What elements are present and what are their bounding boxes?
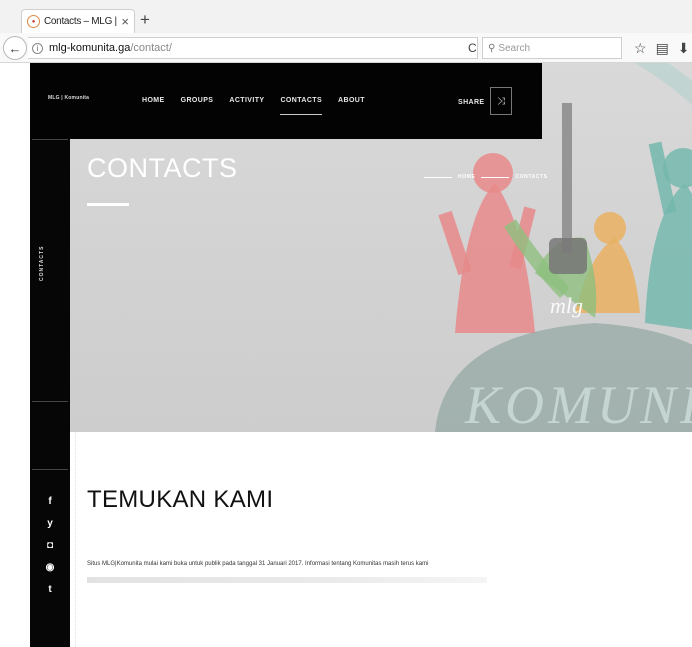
favicon-icon: ●: [27, 15, 40, 28]
sidebar-divider: [32, 139, 68, 140]
left-sidebar: CONTACTS f y ◘ ◉ t: [30, 139, 70, 647]
address-bar[interactable]: i mlg-komunita.ga/contact/: [28, 37, 478, 59]
share-button[interactable]: ⤨: [490, 87, 512, 115]
breadcrumb-dash: [481, 176, 510, 178]
nav-activity[interactable]: ACTIVITY: [229, 97, 264, 104]
url-host: mlg-komunita.ga: [49, 42, 131, 54]
breadcrumb-dash: [424, 176, 452, 178]
browser-tab-bar: ● Contacts – MLG | Komunita × +: [0, 0, 692, 33]
reload-button[interactable]: C: [468, 41, 477, 55]
twitter-icon[interactable]: y: [44, 518, 56, 529]
tab-title: Contacts – MLG | Komunita: [44, 16, 119, 27]
nav-contacts[interactable]: CONTACTS: [280, 97, 322, 115]
content-dotted-line: [75, 432, 76, 647]
sidebar-divider: [32, 401, 68, 402]
clipboard-icon[interactable]: ▤: [656, 40, 669, 57]
search-icon: ⚲: [488, 42, 496, 54]
section-paragraph: Situs MLG|Komunita mulai kami buka untuk…: [87, 561, 429, 567]
nav-home[interactable]: HOME: [142, 97, 165, 104]
browser-toolbar: ← i mlg-komunita.ga/contact/ C ⚲ Search …: [0, 33, 692, 63]
star-icon[interactable]: ☆: [634, 40, 647, 57]
back-arrow-icon: ←: [8, 40, 22, 56]
info-icon[interactable]: i: [32, 42, 43, 54]
tumblr-icon[interactable]: t: [44, 584, 56, 595]
sidebar-section-label: CONTACTS: [39, 245, 45, 281]
paragraph-faded-line: [87, 577, 487, 583]
site-navbar: MLG | Komunita HOME GROUPS ACTIVITY CONT…: [30, 63, 542, 139]
browser-tab[interactable]: ● Contacts – MLG | Komunita ×: [21, 9, 135, 33]
url-path: /contact/: [130, 42, 172, 54]
tab-close-button[interactable]: ×: [121, 14, 129, 29]
back-button[interactable]: ←: [3, 36, 27, 60]
section-heading: TEMUKAN KAMI: [87, 486, 274, 513]
main-menu: HOME GROUPS ACTIVITY CONTACTS ABOUT: [142, 97, 365, 115]
nav-groups[interactable]: GROUPS: [181, 97, 214, 104]
title-underline: [87, 203, 129, 206]
svg-text:mlg: mlg: [550, 293, 583, 318]
breadcrumb-home[interactable]: HOME: [458, 174, 475, 180]
new-tab-button[interactable]: +: [140, 10, 150, 30]
toolbar-icons: ☆ ▤ ⬇: [634, 40, 690, 57]
svg-text:KOMUNITA: KOMUNITA: [464, 375, 692, 432]
site-logo[interactable]: MLG | Komunita: [48, 95, 89, 101]
pinterest-icon[interactable]: ◉: [44, 562, 56, 573]
share-icon: ⤨: [497, 95, 505, 107]
social-links: f y ◘ ◉ t: [44, 496, 56, 595]
sidebar-divider: [32, 469, 68, 470]
facebook-icon[interactable]: f: [44, 496, 56, 507]
search-placeholder: Search: [498, 42, 531, 54]
breadcrumb-current: CONTACTS: [515, 174, 548, 180]
search-input[interactable]: ⚲ Search: [482, 37, 622, 59]
page-viewport: mlg KOMUNITA CONTACTS HOME CONTACTS MLG …: [0, 63, 692, 647]
nav-about[interactable]: ABOUT: [338, 97, 365, 104]
download-icon[interactable]: ⬇: [678, 40, 690, 57]
breadcrumb: HOME CONTACTS: [424, 174, 548, 180]
page-title: CONTACTS: [87, 153, 238, 183]
share-label[interactable]: SHARE: [458, 99, 485, 106]
instagram-icon[interactable]: ◘: [44, 540, 56, 551]
